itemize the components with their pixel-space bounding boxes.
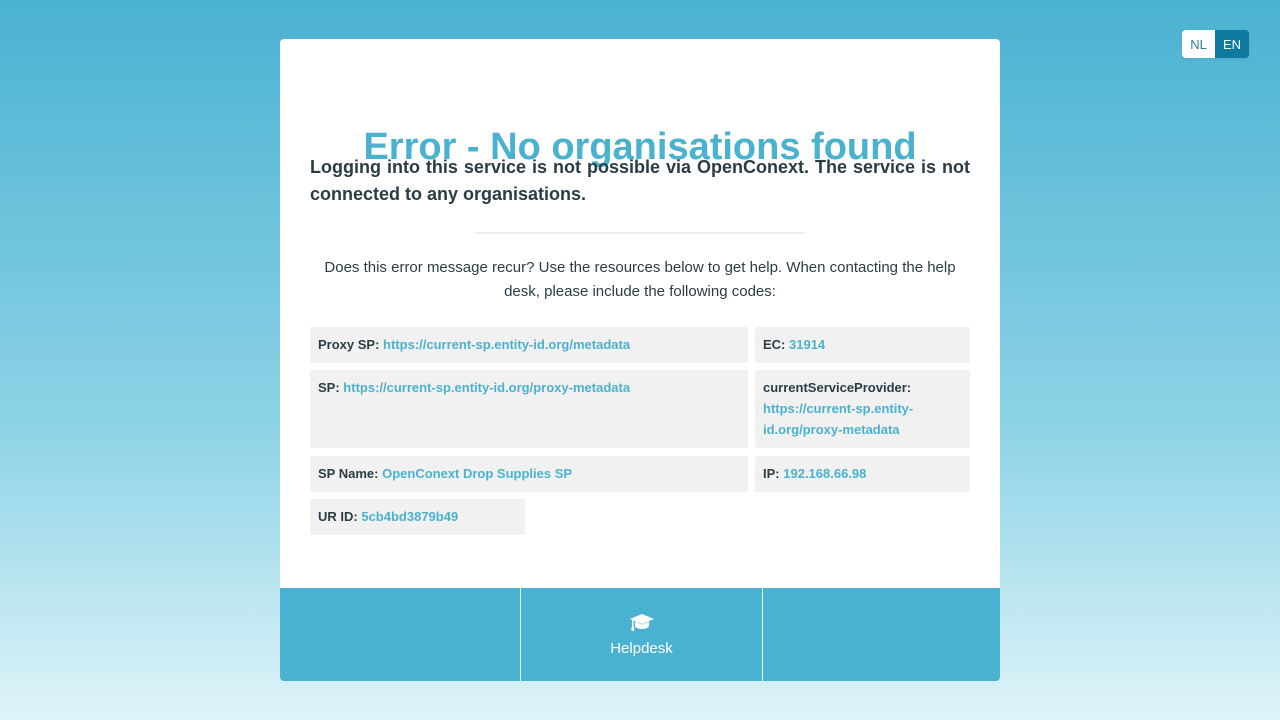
error-lead: Logging into this service is not possibl… [310, 157, 970, 204]
code-ec: EC: 31914 [755, 327, 970, 363]
code-value: https://current-sp.entity-id.org/proxy-m… [343, 380, 631, 395]
code-label: IP: [763, 466, 780, 481]
code-value: OpenConext Drop Supplies SP [382, 466, 573, 481]
code-sp-name: SP Name: OpenConext Drop Supplies SP [310, 456, 748, 492]
footer-cell-left [280, 588, 521, 681]
code-label: SP Name: [318, 466, 379, 481]
code-value: https://current-sp.entity-id.org/metadat… [383, 337, 631, 352]
language-switch: NL EN [1182, 30, 1249, 58]
code-ip: IP: 192.168.66.98 [755, 456, 970, 492]
language-nl-button[interactable]: NL [1182, 30, 1215, 58]
code-label: Proxy SP: [318, 337, 380, 352]
graduation-cap-icon [629, 614, 654, 631]
code-label: EC: [763, 337, 786, 352]
code-label: currentServiceProvider: [763, 380, 912, 395]
helpdesk-label: Helpdesk [610, 640, 673, 657]
divider [475, 232, 805, 234]
code-label: SP: [318, 380, 340, 395]
code-proxy-sp: Proxy SP: https://current-sp.entity-id.o… [310, 327, 748, 363]
code-value: https://current-sp.entity-id.org/proxy-m… [763, 401, 914, 437]
error-card: Error - No organisations found Logging i… [280, 39, 1000, 681]
footer-bar: Helpdesk [280, 588, 1000, 681]
code-current-service-provider: currentServiceProvider: https://current-… [755, 370, 970, 448]
helpdesk-link[interactable]: Helpdesk [521, 588, 763, 681]
code-value: 31914 [789, 337, 826, 352]
help-text: Does this error message recur? Use the r… [324, 259, 956, 300]
code-label: UR ID: [318, 509, 358, 524]
language-en-button[interactable]: EN [1215, 30, 1249, 58]
code-value: 192.168.66.98 [783, 466, 867, 481]
code-ur-id: UR ID: 5cb4bd3879b49 [310, 499, 525, 535]
footer-cell-right [763, 588, 1000, 681]
code-sp: SP: https://current-sp.entity-id.org/pro… [310, 370, 748, 448]
code-value: 5cb4bd3879b49 [361, 509, 459, 524]
